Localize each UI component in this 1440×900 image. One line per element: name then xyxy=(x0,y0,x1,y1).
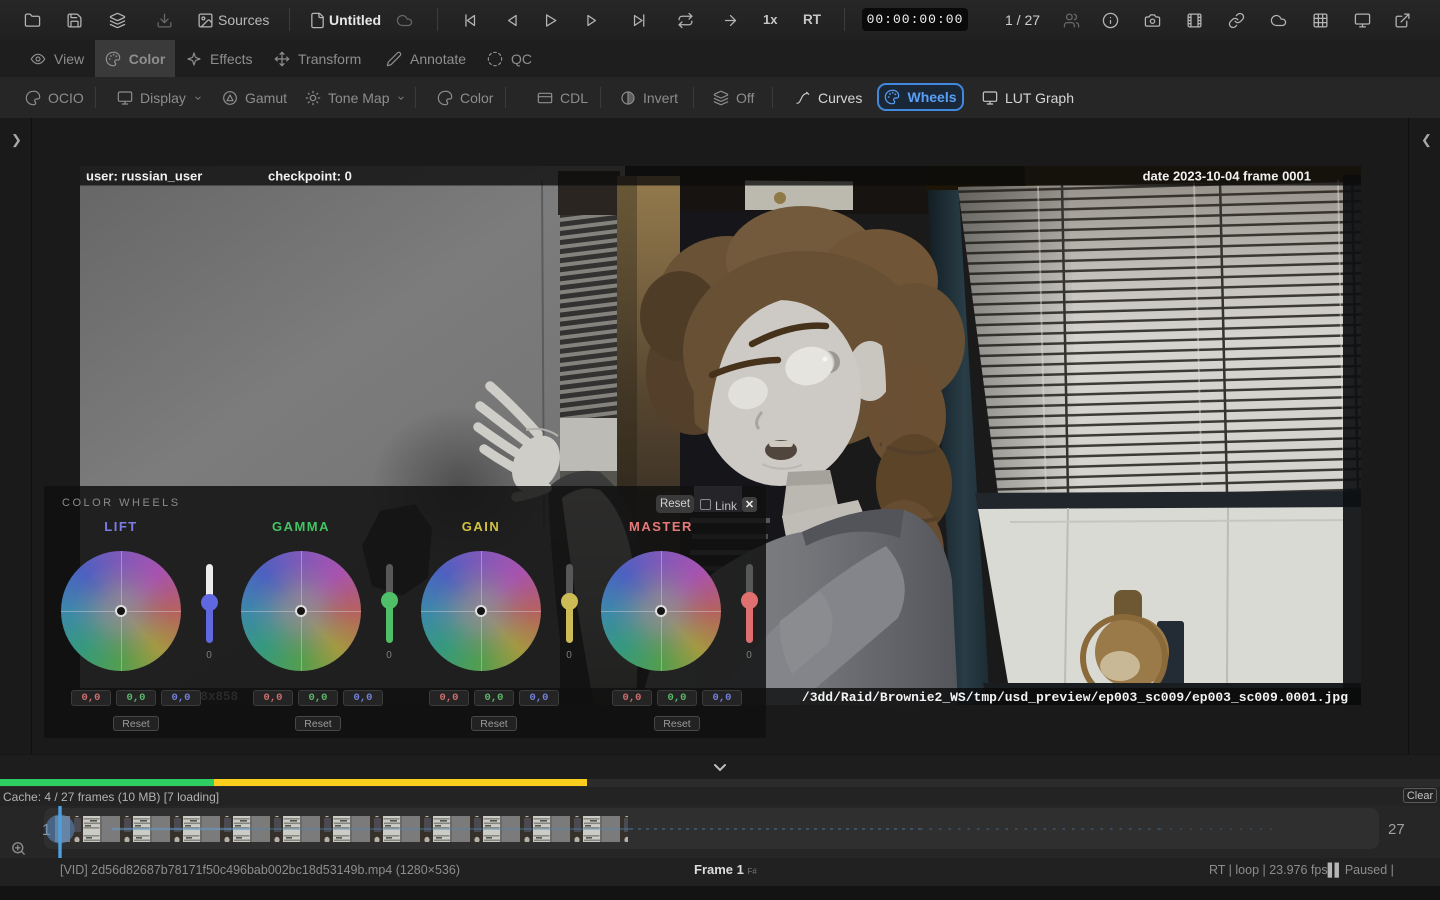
svg-text:checkpoint: 0: checkpoint: 0 xyxy=(268,169,352,184)
svg-text:user: russian_user: user: russian_user xyxy=(86,169,202,184)
svg-text:/3dd/Raid/Brownie2_WS/tmp/usd_: /3dd/Raid/Brownie2_WS/tmp/usd_preview/ep… xyxy=(802,690,1348,705)
svg-text:date 2023-10-04 frame 0001: date 2023-10-04 frame 0001 xyxy=(1143,169,1311,184)
